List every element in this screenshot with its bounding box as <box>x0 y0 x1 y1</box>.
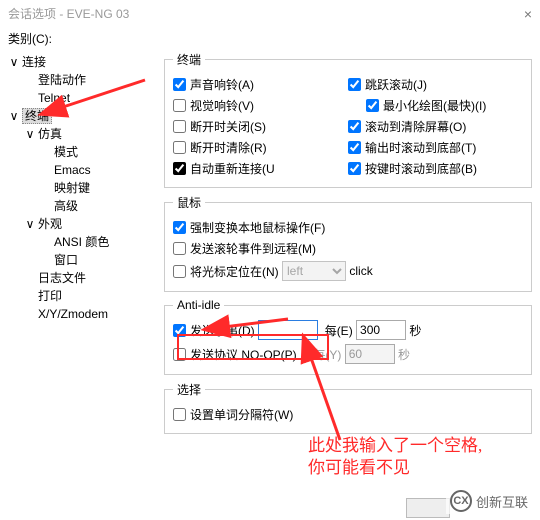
group-mouse: 鼠标 强制变换本地鼠标操作(F) 发送滚轮事件到远程(M) 将光标定位在(N) … <box>164 194 532 292</box>
chk-jump-scroll[interactable] <box>348 78 361 91</box>
lbl-minimize-draw: 最小化绘图(最快)(I) <box>383 97 486 114</box>
lbl-jump-scroll: 跳跃滚动(J) <box>365 76 427 93</box>
tree-window[interactable]: 窗口 <box>40 251 158 269</box>
chk-auto-reconnect[interactable] <box>173 162 186 175</box>
lbl-seconds-1: 秒 <box>409 322 421 339</box>
tree-advanced[interactable]: 高级 <box>40 197 158 215</box>
category-label: 类别(C): <box>0 28 540 51</box>
select-cursor-position[interactable]: left <box>282 261 346 281</box>
chk-minimize-draw[interactable] <box>366 99 379 112</box>
lbl-every-y: 每(Y) <box>313 346 341 363</box>
lbl-seconds-2: 秒 <box>398 346 410 363</box>
lbl-auto-reconnect: 自动重新连接(U <box>190 160 275 177</box>
lbl-send-string: 发送字串(D) <box>190 322 255 339</box>
tree-emulation[interactable]: ∨仿真 模式 Emacs 映射键 高级 <box>24 125 158 215</box>
watermark: CX 创新互联 <box>446 488 532 514</box>
window-title: 会话选项 - EVE-NG 03 <box>8 0 129 28</box>
group-select: 选择 设置单词分隔符(W) <box>164 381 532 434</box>
tree-connection[interactable]: ∨连接 登陆动作 Telnet <box>8 53 158 107</box>
lbl-cursor-after: click <box>349 264 372 278</box>
lbl-force-local-mouse: 强制变换本地鼠标操作(F) <box>190 219 325 236</box>
chk-send-string[interactable] <box>173 324 186 337</box>
lbl-send-noop: 发送协议 NO-OP(P) <box>190 346 297 363</box>
chk-scroll-bottom-key[interactable] <box>348 162 361 175</box>
lbl-scroll-to-clear: 滚动到清除屏幕(O) <box>365 118 466 135</box>
tree-emacs[interactable]: Emacs <box>40 161 158 179</box>
chk-close-on-disconnect[interactable] <box>173 120 186 133</box>
lbl-word-delim: 设置单词分隔符(W) <box>190 406 293 423</box>
lbl-close-on-disconnect: 断开时关闭(S) <box>190 118 266 135</box>
group-anti-idle: Anti-idle 发送字串(D) 每(E) 秒 发送协议 NO-OP(P) 每… <box>164 298 532 375</box>
tree-logfile[interactable]: 日志文件 <box>24 269 158 287</box>
lbl-every-e: 每(E) <box>325 322 353 339</box>
tree-login-action[interactable]: 登陆动作 <box>24 71 158 89</box>
close-icon[interactable]: × <box>524 0 532 28</box>
tree-mapkey[interactable]: 映射键 <box>40 179 158 197</box>
chk-send-wheel[interactable] <box>173 242 186 255</box>
tree-print[interactable]: 打印 <box>24 287 158 305</box>
group-terminal: 终端 声音响铃(A) 跳跃滚动(J) 视觉响铃(V) 最小化绘图(最快)(I) … <box>164 51 532 188</box>
tree-xyzmodem[interactable]: X/Y/Zmodem <box>24 305 158 323</box>
group-anti-idle-legend: Anti-idle <box>173 298 224 312</box>
footer-button[interactable] <box>406 498 450 518</box>
chk-sound-bell[interactable] <box>173 78 186 91</box>
watermark-text: 创新互联 <box>476 492 528 511</box>
tree-appearance[interactable]: ∨外观 ANSI 颜色 窗口 <box>24 215 158 269</box>
lbl-visual-bell: 视觉响铃(V) <box>190 97 254 114</box>
lbl-send-wheel: 发送滚轮事件到远程(M) <box>190 240 316 257</box>
group-mouse-legend: 鼠标 <box>173 194 205 211</box>
input-every-e[interactable] <box>356 320 406 340</box>
tree-terminal[interactable]: ∨终端 ∨仿真 模式 Emacs 映射键 高级 ∨外观 ANSI 颜色 窗 <box>8 107 158 323</box>
tree-ansi-color[interactable]: ANSI 颜色 <box>40 233 158 251</box>
tree-mode[interactable]: 模式 <box>40 143 158 161</box>
titlebar: 会话选项 - EVE-NG 03 × <box>0 0 540 28</box>
lbl-scroll-bottom-key: 按键时滚动到底部(B) <box>365 160 477 177</box>
category-tree: ∨连接 登陆动作 Telnet ∨终端 ∨仿真 模式 Emacs 映射键 高级 <box>0 51 158 513</box>
chk-clear-on-disconnect[interactable] <box>173 141 186 154</box>
chk-scroll-bottom-output[interactable] <box>348 141 361 154</box>
settings-panel: 终端 声音响铃(A) 跳跃滚动(J) 视觉响铃(V) 最小化绘图(最快)(I) … <box>158 51 540 513</box>
chk-word-delim[interactable] <box>173 408 186 421</box>
chk-locate-cursor[interactable] <box>173 265 186 278</box>
watermark-logo-icon: CX <box>450 490 472 512</box>
group-select-legend: 选择 <box>173 381 205 398</box>
lbl-clear-on-disconnect: 断开时清除(R) <box>190 139 267 156</box>
input-every-y <box>345 344 395 364</box>
chk-send-noop[interactable] <box>173 348 186 361</box>
lbl-locate-cursor: 将光标定位在(N) <box>190 263 279 280</box>
chk-scroll-to-clear[interactable] <box>348 120 361 133</box>
chk-visual-bell[interactable] <box>173 99 186 112</box>
chk-force-local-mouse[interactable] <box>173 221 186 234</box>
lbl-scroll-bottom-output: 输出时滚动到底部(T) <box>365 139 476 156</box>
tree-telnet[interactable]: Telnet <box>24 89 158 107</box>
input-send-string[interactable] <box>258 320 318 340</box>
lbl-sound-bell: 声音响铃(A) <box>190 76 254 93</box>
group-terminal-legend: 终端 <box>173 51 205 68</box>
